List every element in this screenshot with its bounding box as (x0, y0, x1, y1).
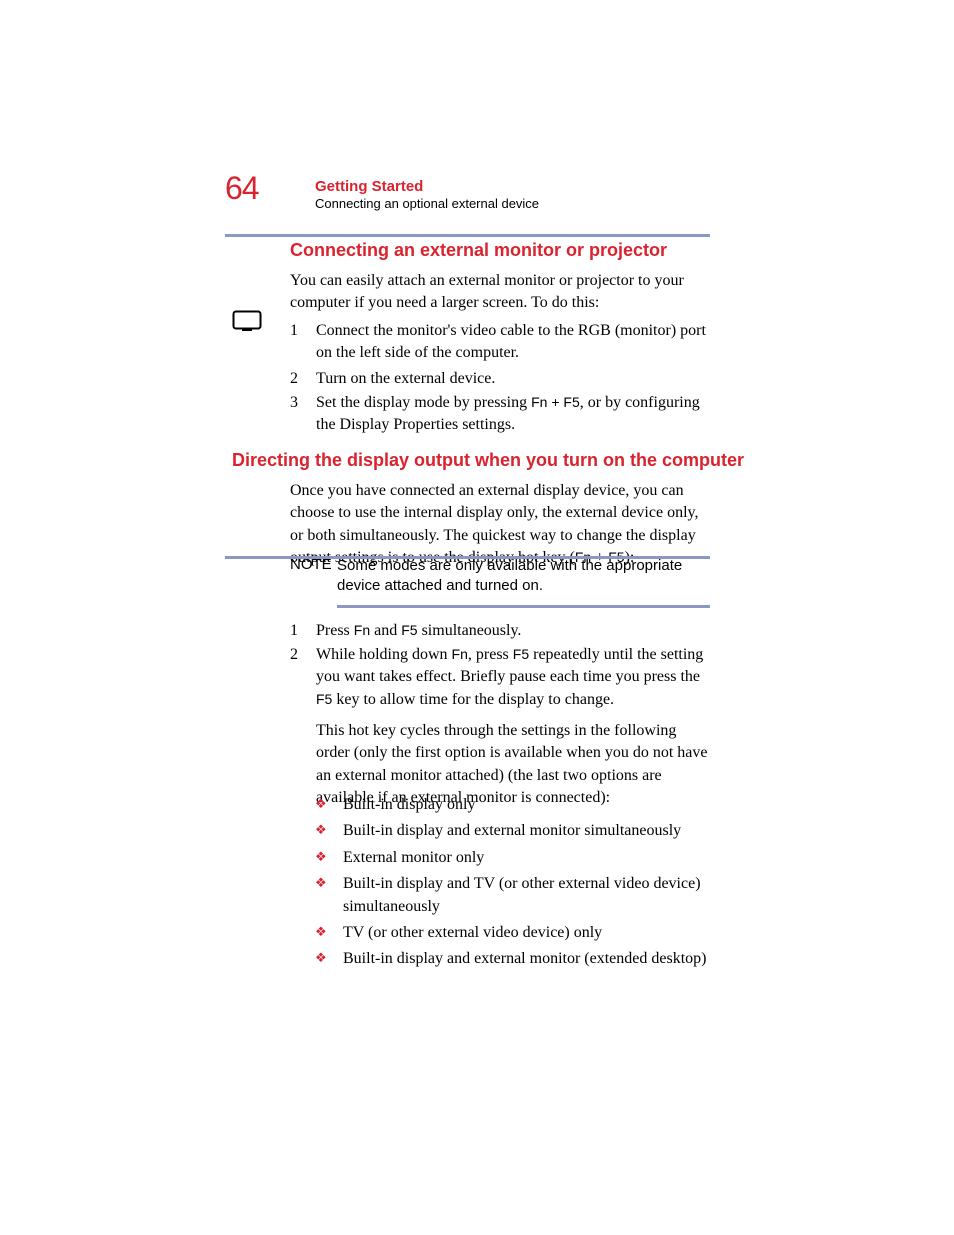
s2-step1-a: Press (316, 622, 354, 639)
s2-step2-b: , press (468, 646, 513, 663)
s2-step1-and: and (370, 622, 401, 639)
step-number-3: 3 (290, 392, 298, 414)
key-fn-f5: Fn + F5 (531, 394, 580, 410)
step3-text-a: Set the display mode by pressing (316, 394, 531, 411)
header-subtitle: Connecting an optional external device (315, 196, 539, 211)
step1-text: Connect the monitor's video cable to the… (316, 322, 706, 361)
s2-step2-a: While holding down (316, 646, 452, 663)
note-body: Some modes are only available with the a… (337, 556, 710, 595)
note-bottom-rule (337, 605, 710, 608)
list-item: TV (or other external video device) only (315, 922, 710, 944)
section1-paragraph: You can easily attach an external monito… (290, 270, 710, 315)
step-number-2b: 2 (290, 644, 298, 666)
note-label: NOTE (290, 556, 332, 573)
monitor-icon (232, 310, 262, 332)
list-item: Built-in display and external monitor si… (315, 820, 710, 842)
step2-text: Turn on the external device. (316, 370, 495, 387)
step-number-1b: 1 (290, 620, 298, 642)
chapter-title: Getting Started (315, 178, 423, 195)
s2-step2-d: key to allow time for the display to cha… (332, 691, 614, 708)
page-number: 64 (225, 170, 259, 207)
section2-p1: Once you have connected an external disp… (290, 482, 698, 566)
section-heading-connecting: Connecting an external monitor or projec… (290, 240, 667, 261)
header-rule (225, 234, 710, 237)
list-item: Built-in display only (315, 794, 710, 816)
s2-step1-b: simultaneously. (418, 622, 522, 639)
display-mode-list: Built-in display only Built-in display a… (315, 794, 710, 975)
list-item: External monitor only (315, 847, 710, 869)
key-fn-2: Fn (354, 622, 370, 638)
list-item: Built-in display and TV (or other extern… (315, 873, 710, 918)
key-f5-4: F5 (316, 691, 332, 707)
list-item: Built-in display and external monitor (e… (315, 948, 710, 970)
step-number-2: 2 (290, 368, 298, 390)
key-f5-2: F5 (401, 622, 417, 638)
document-page: 64 Getting Started Connecting an optiona… (0, 0, 954, 1235)
step-number-1: 1 (290, 320, 298, 342)
key-fn-3: Fn (452, 646, 468, 662)
key-f5-3: F5 (513, 646, 529, 662)
section-heading-directing: Directing the display output when you tu… (232, 450, 744, 471)
